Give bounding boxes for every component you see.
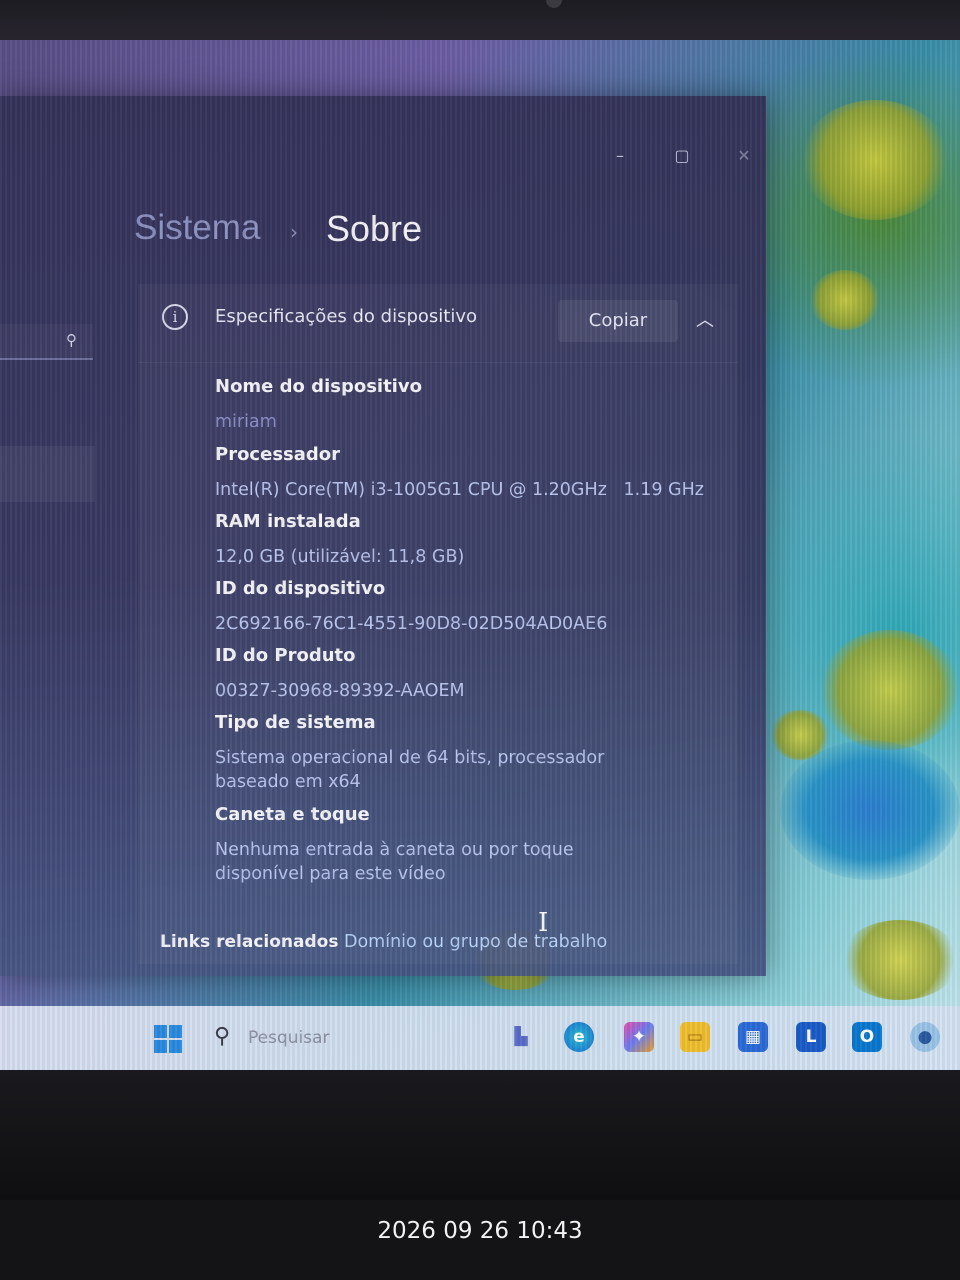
text-cursor-icon: I: [538, 908, 549, 938]
search-icon: ⚲: [66, 331, 77, 349]
breadcrumb-parent[interactable]: Sistema: [134, 208, 260, 248]
sidebar-item-selected[interactable]: [0, 446, 95, 502]
spec-value: miriam: [215, 412, 277, 432]
task-view-icon[interactable]: ▙: [506, 1022, 536, 1052]
chevron-right-icon: ›: [290, 220, 298, 244]
spec-value: Intel(R) Core(TM) i3-1005G1 CPU @ 1.20GH…: [215, 480, 704, 500]
related-links-label: Links relacionados: [160, 932, 339, 952]
windows-start-icon[interactable]: [154, 1025, 182, 1053]
spec-value: 00327-30968-89392-AAOEM: [215, 681, 465, 701]
spec-value: 12,0 GB (utilizável: 11,8 GB): [215, 547, 465, 567]
spec-value: Sistema operacional de 64 bits, processa…: [215, 748, 605, 792]
page-title: Sobre: [326, 208, 423, 249]
taskbar-search-input[interactable]: Pesquisar: [248, 1028, 330, 1048]
spec-value: 2C692166-76C1-4551-90D8-02D504AD0AE6: [215, 614, 608, 634]
wallpaper-foliage: [820, 630, 960, 750]
wallpaper-foliage: [800, 100, 950, 220]
device-specs-header[interactable]: i Especificações do dispositivo Copiar ︿: [138, 284, 738, 363]
file-explorer-icon[interactable]: ▭: [680, 1022, 710, 1052]
wallpaper-foliage: [840, 920, 960, 1000]
user-icon[interactable]: ●: [910, 1022, 940, 1052]
spec-label: Caneta e toque: [215, 804, 370, 825]
settings-window: – ▢ ✕ ⚲ Sistema › Sobre i Especificações…: [0, 96, 766, 976]
copy-button[interactable]: Copiar: [558, 300, 678, 342]
spec-label: Processador: [215, 444, 341, 465]
maximize-button[interactable]: ▢: [662, 146, 702, 170]
taskbar: ⚲ Pesquisar ▙ e ✦ ▭ ▦ L O ●: [0, 1006, 960, 1070]
monitor-bezel-bottom: [0, 1070, 960, 1210]
spec-label: Nome do dispositivo: [215, 376, 422, 397]
spec-label: Tipo de sistema: [215, 712, 376, 733]
device-specs-card: i Especificações do dispositivo Copiar ︿…: [138, 284, 738, 964]
settings-search-input[interactable]: ⚲: [0, 324, 93, 360]
wallpaper-foliage: [810, 270, 880, 330]
domain-workgroup-link[interactable]: Domínio ou grupo de trabalho: [344, 932, 607, 952]
chevron-up-icon[interactable]: ︿: [696, 306, 714, 332]
info-icon: i: [162, 304, 188, 330]
device-specs-title: Especificações do dispositivo: [215, 306, 478, 327]
store-icon[interactable]: ▦: [738, 1022, 768, 1052]
copilot-icon[interactable]: ✦: [624, 1022, 654, 1052]
close-button[interactable]: ✕: [724, 146, 764, 170]
spec-label: RAM instalada: [215, 511, 361, 532]
webcam: [546, 0, 562, 8]
screen: – ▢ ✕ ⚲ Sistema › Sobre i Especificações…: [0, 40, 960, 1070]
search-icon[interactable]: ⚲: [214, 1024, 230, 1049]
edge-icon[interactable]: e: [564, 1022, 594, 1052]
photo-timestamp: 2026 09 26 10:43: [377, 1218, 583, 1244]
spec-label: ID do Produto: [215, 645, 356, 666]
spec-label: ID do dispositivo: [215, 578, 386, 599]
outlook-icon[interactable]: O: [852, 1022, 882, 1052]
minimize-button[interactable]: –: [600, 146, 640, 170]
app-l-icon[interactable]: L: [796, 1022, 826, 1052]
wallpaper-water: [780, 740, 960, 880]
spec-value: Nenhuma entrada à caneta ou por toque di…: [215, 840, 574, 884]
